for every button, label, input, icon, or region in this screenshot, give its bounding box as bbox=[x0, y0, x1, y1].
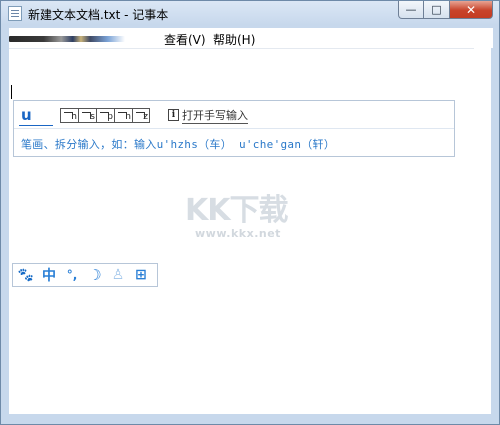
menu-bar: 查看(V) 帮助(H) bbox=[9, 28, 493, 48]
window-title: 新建文本文档.txt - 记事本 bbox=[28, 8, 169, 22]
minimize-button[interactable]: — bbox=[398, 1, 424, 19]
chinese-mode-icon[interactable]: 中 bbox=[39, 264, 59, 286]
open-handwriting-link[interactable]: 打开手写输入 bbox=[182, 107, 248, 124]
caption-buttons: — □ ✕ bbox=[398, 1, 493, 20]
info-icon[interactable]: i bbox=[168, 109, 179, 121]
close-button[interactable]: ✕ bbox=[450, 1, 493, 19]
ime-composition-underline bbox=[19, 125, 53, 126]
window-bottom-frame bbox=[9, 414, 491, 418]
notepad-window: 新建文本文档.txt - 记事本 — □ ✕ 查看(V) 帮助(H) bbox=[0, 0, 500, 425]
redacted-menu-items bbox=[9, 36, 125, 42]
text-caret bbox=[11, 85, 12, 99]
stroke-key-z[interactable]: z bbox=[132, 108, 150, 123]
maximize-button[interactable]: □ bbox=[424, 1, 450, 19]
user-icon[interactable]: ♙ bbox=[108, 264, 128, 286]
ime-composition-text: u bbox=[21, 106, 32, 124]
menu-view[interactable]: 查看(V) bbox=[164, 31, 206, 48]
stroke-key-h[interactable]: h bbox=[60, 108, 78, 123]
stroke-key-group: h s p n z bbox=[60, 108, 150, 123]
title-bar[interactable]: 新建文本文档.txt - 记事本 — □ ✕ bbox=[1, 1, 499, 27]
punctuation-icon[interactable]: °, bbox=[62, 264, 82, 286]
grid-icon[interactable]: ⊞ bbox=[131, 264, 151, 286]
ime-status-toolbar: 🐾 中 °, ☽ ♙ ⊞ bbox=[12, 263, 158, 287]
ime-divider bbox=[14, 128, 454, 129]
notepad-icon[interactable] bbox=[8, 6, 22, 21]
stroke-key-p[interactable]: p bbox=[96, 108, 114, 123]
menu-help[interactable]: 帮助(H) bbox=[213, 31, 255, 48]
ime-candidate-panel: u h s p n z i 打开手写输入 笔画、拆分输入，如：输入u'hzhs（… bbox=[13, 100, 455, 157]
ime-hint-text: 笔画、拆分输入，如：输入u'hzhs（车） u'che'gan（轩） bbox=[21, 138, 336, 151]
stroke-key-n[interactable]: n bbox=[114, 108, 132, 123]
stroke-key-s[interactable]: s bbox=[78, 108, 96, 123]
paw-icon[interactable]: 🐾 bbox=[16, 264, 36, 286]
vertical-scroll-area[interactable] bbox=[474, 48, 491, 414]
moon-icon[interactable]: ☽ bbox=[85, 264, 105, 286]
